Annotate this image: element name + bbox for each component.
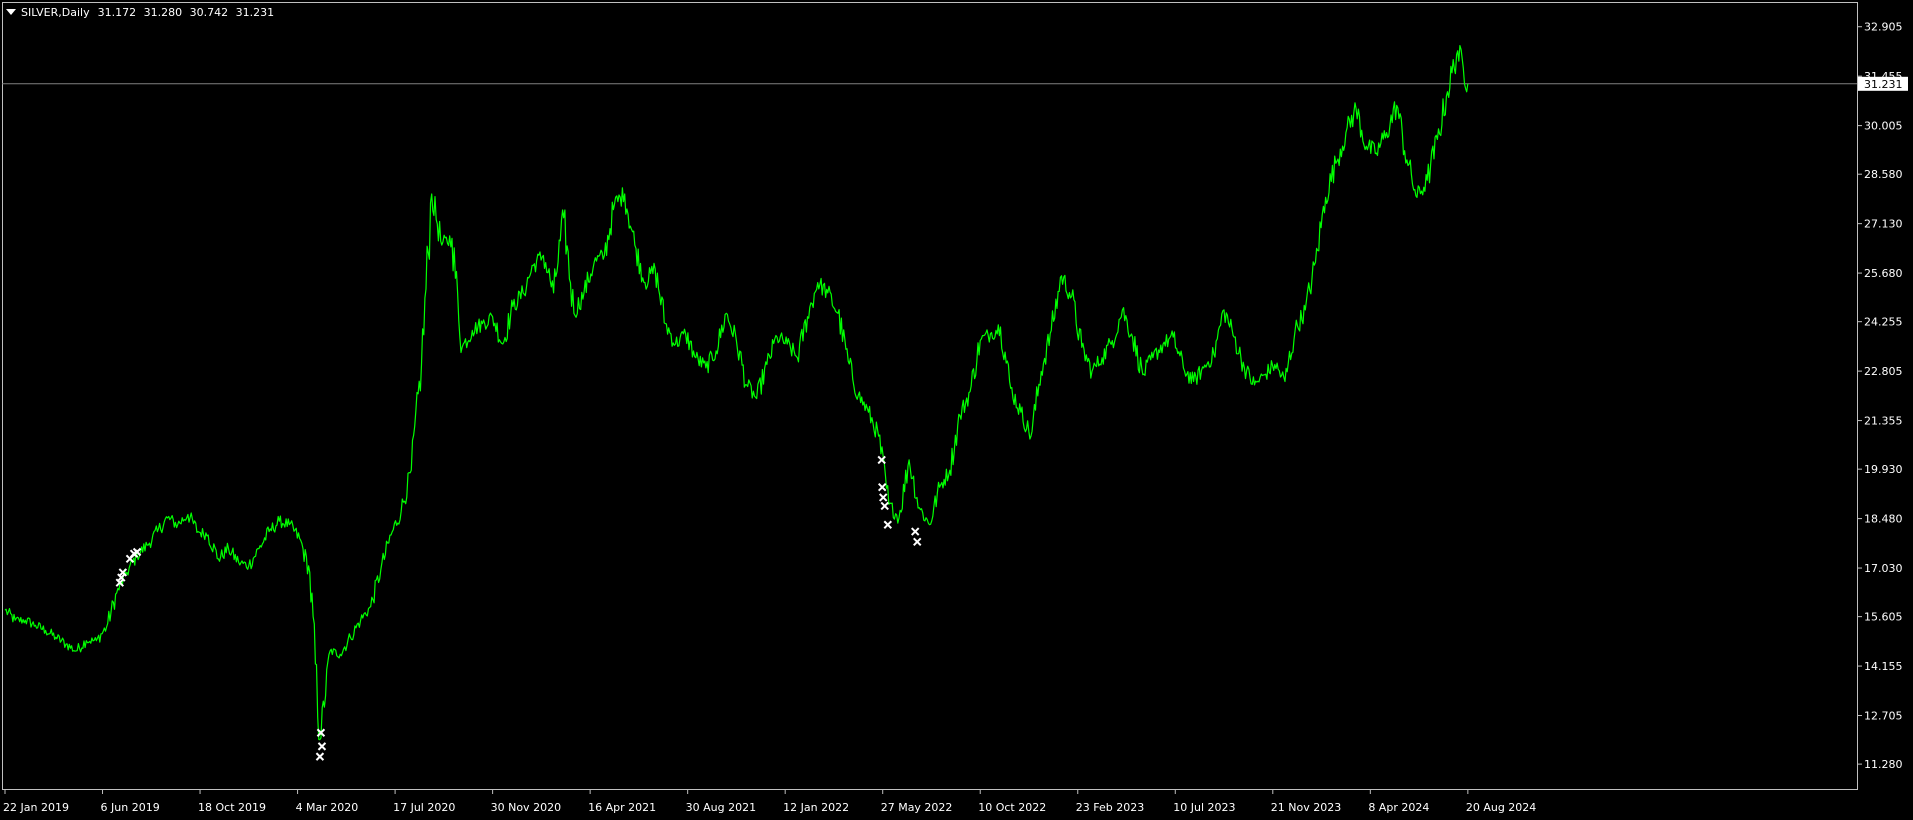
y-axis: 32.90531.45530.00528.58027.13025.68024.2… — [1857, 21, 1908, 771]
current-price-label: 31.231 — [1864, 78, 1903, 91]
y-tick-label: 24.255 — [1864, 316, 1903, 329]
y-tick-label: 28.580 — [1864, 168, 1903, 181]
y-tick-label: 32.905 — [1864, 21, 1903, 34]
x-tick-label: 30 Nov 2020 — [491, 801, 561, 814]
cross-marker-icon — [315, 752, 325, 761]
x-tick-label: 8 Apr 2024 — [1368, 801, 1429, 814]
x-tick-label: 12 Jan 2022 — [783, 801, 849, 814]
x-axis: 22 Jan 2019 6 Jun 2019 18 Oct 2019 4 Mar 20… — [3, 789, 1536, 814]
y-tick-label: 12.705 — [1864, 710, 1903, 723]
x-tick-label: 20 Aug 2024 — [1466, 801, 1536, 814]
x-tick-label: 23 Feb 2023 — [1076, 801, 1144, 814]
low-value: 30.742 — [189, 5, 229, 19]
x-tick-label: 27 May 2022 — [881, 801, 953, 814]
current-price-badge: 31.231 — [1858, 76, 1908, 91]
y-tick-label: 11.280 — [1864, 758, 1903, 771]
plot-area-border — [2, 2, 1858, 790]
x-tick-label: 21 Nov 2023 — [1271, 801, 1341, 814]
y-tick-label: 18.480 — [1864, 513, 1903, 526]
y-tick-label: 25.680 — [1864, 267, 1903, 280]
series-line-0 — [4, 45, 1469, 741]
y-tick-label: 15.605 — [1864, 611, 1903, 624]
chevron-down-icon[interactable] — [6, 9, 16, 15]
series-layer — [4, 45, 1469, 741]
high-value: 31.280 — [143, 5, 183, 19]
y-tick-label: 27.130 — [1864, 218, 1903, 231]
y-tick-label: 22.805 — [1864, 365, 1903, 378]
x-tick-label: 4 Mar 2020 — [296, 801, 359, 814]
open-value: 31.172 — [97, 5, 137, 19]
cross-marker-icon — [911, 527, 920, 536]
close-value: 31.231 — [235, 5, 275, 19]
cross-marker-icon — [877, 483, 887, 492]
ohlc-readout: 31.172 31.280 30.742 31.231 — [98, 6, 279, 19]
x-tick-label: 10 Oct 2022 — [978, 801, 1046, 814]
chart-window[interactable]: 32.905 31.455 30.005 28.580 27.130 25.680 24.2… — [0, 0, 1913, 820]
price-chart[interactable]: 32.90531.45530.00528.58027.13025.68024.2… — [0, 0, 1913, 820]
x-tick-label: 17 Jul 2020 — [393, 801, 455, 814]
x-tick-label: 10 Jul 2023 — [1173, 801, 1235, 814]
y-tick-label: 30.005 — [1864, 120, 1903, 133]
y-tick-label: 21.355 — [1864, 415, 1903, 428]
cross-marker-icon — [317, 742, 327, 751]
x-tick-label: 30 Aug 2021 — [686, 801, 756, 814]
x-tick-label: 22 Jan 2019 — [3, 801, 69, 814]
x-tick-label: 18 Oct 2019 — [198, 801, 266, 814]
chart-header: SILVER,Daily 31.172 31.280 30.742 31.231 — [6, 4, 278, 20]
y-tick-label: 19.930 — [1864, 463, 1903, 476]
symbol-label: SILVER,Daily — [21, 5, 90, 19]
cross-marker-icon — [879, 493, 888, 502]
marker-layer — [115, 455, 922, 761]
cross-marker-icon — [880, 501, 889, 511]
y-tick-label: 17.030 — [1864, 562, 1903, 575]
x-tick-label: 6 Jun 2019 — [101, 801, 160, 814]
y-tick-label: 14.155 — [1864, 660, 1903, 673]
cross-marker-icon — [883, 520, 892, 529]
cross-marker-icon — [913, 537, 922, 546]
x-tick-label: 16 Apr 2021 — [588, 801, 656, 814]
